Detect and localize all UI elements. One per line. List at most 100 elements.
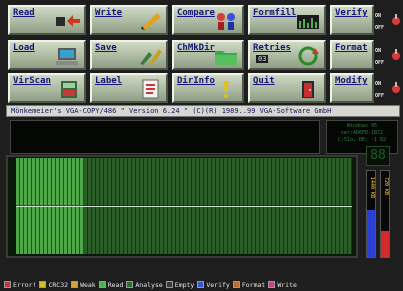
quit-door-icon — [302, 81, 314, 98]
track-cell — [96, 206, 100, 254]
track-cell — [72, 158, 76, 206]
track-cell — [36, 206, 40, 254]
track-cell — [32, 158, 36, 206]
track-cell — [176, 158, 180, 206]
quit-button[interactable]: Quit — [248, 73, 326, 103]
status-legend: Error! CRC32 Weak Read Analyse Empty Verify For… — [0, 278, 403, 291]
track-cell — [88, 158, 92, 206]
legend-item-verify: Verify — [197, 278, 230, 291]
read-disk-icon — [56, 15, 80, 27]
track-cell — [44, 158, 48, 206]
track-cell — [156, 206, 160, 254]
track-cell — [28, 158, 32, 206]
disk-info-line: ser:AD6FD-1872 — [340, 130, 384, 136]
track-cell — [68, 158, 72, 206]
verify-button[interactable]: Verify — [330, 5, 374, 35]
track-cell — [64, 206, 68, 254]
legend-label: Empty — [174, 280, 195, 289]
track-cell — [284, 158, 288, 206]
track-cell — [284, 206, 288, 254]
track-cell — [336, 158, 340, 206]
track-cell — [320, 158, 324, 206]
modify-label: Modify — [335, 76, 368, 86]
legend-label: Analyse — [135, 280, 163, 289]
track-cell — [208, 158, 212, 206]
meter-tag: 720 KB — [383, 177, 389, 196]
virscan-button[interactable]: VirScan — [8, 73, 86, 103]
label-button[interactable]: Label — [90, 73, 168, 103]
track-cell — [92, 206, 96, 254]
track-cell — [240, 158, 244, 206]
track-cell — [184, 158, 188, 206]
track-cell — [288, 158, 292, 206]
track-cell — [316, 206, 320, 254]
track-cell — [136, 158, 140, 206]
track-cell — [108, 206, 112, 254]
track-cell — [24, 158, 28, 206]
track-cell — [120, 206, 124, 254]
load-button[interactable]: Load — [8, 40, 86, 70]
read-button[interactable]: Read — [8, 5, 86, 35]
track-cell — [144, 206, 148, 254]
label-document-icon — [142, 79, 159, 99]
track-cell — [252, 206, 256, 254]
read-label: Read — [13, 8, 35, 18]
track-cell — [60, 206, 64, 254]
legend-label: Error! — [13, 280, 37, 289]
dirinfo-button[interactable]: DirInfo — [172, 73, 244, 103]
formfill-button[interactable]: Formfill — [248, 5, 326, 35]
track-cell — [276, 158, 280, 206]
track-cell — [308, 206, 312, 254]
track-cell — [344, 158, 348, 206]
track-cell — [344, 206, 348, 254]
track-cell — [44, 206, 48, 254]
track-cell — [212, 158, 216, 206]
track-cell — [124, 206, 128, 254]
chmkdir-button[interactable]: ChMkDir — [172, 40, 244, 70]
track-cell — [20, 206, 24, 254]
track-cell — [128, 158, 132, 206]
track-cell — [100, 158, 104, 206]
legend-item-empty: Empty — [165, 278, 195, 291]
legend-item-error: Error! — [4, 278, 36, 291]
track-cell — [28, 206, 32, 254]
chmkdir-label: ChMkDir — [177, 43, 215, 53]
track-cell — [84, 206, 88, 254]
track-cell — [48, 206, 52, 254]
format-on-text: ON — [375, 48, 382, 54]
track-cell — [340, 158, 344, 206]
verify-switch-icon[interactable] — [391, 13, 401, 25]
meter-fill — [381, 231, 389, 257]
track-cell — [312, 206, 316, 254]
format-off-text: OFF — [375, 60, 385, 66]
compare-button[interactable]: Compare — [172, 5, 244, 35]
track-cell — [108, 158, 112, 206]
format-button[interactable]: Format — [330, 40, 374, 70]
track-cell — [52, 158, 56, 206]
track-cell — [188, 158, 192, 206]
quit-label: Quit — [253, 76, 275, 86]
track-cell — [224, 158, 228, 206]
track-cell — [212, 206, 216, 254]
vga-copy-window: Read Write Compare Formfill Load Save Ch… — [0, 0, 403, 291]
format-switch-icon[interactable] — [391, 48, 401, 60]
track-cell — [252, 158, 256, 206]
track-cell — [116, 158, 120, 206]
modify-switch-icon[interactable] — [391, 81, 401, 93]
track-cell — [132, 206, 136, 254]
track-cell — [300, 206, 304, 254]
write-pencil-icon — [141, 13, 161, 30]
modify-button[interactable]: Modify — [330, 73, 374, 103]
track-cell — [152, 158, 156, 206]
legend-item-crc32: CRC32 — [39, 278, 68, 291]
track-cell — [20, 158, 24, 206]
track-cell — [40, 158, 44, 206]
track-cell — [40, 206, 44, 254]
track-cell — [296, 158, 300, 206]
retries-button[interactable]: Retries 03 — [248, 40, 326, 70]
track-cell — [52, 206, 56, 254]
track-cell — [196, 206, 200, 254]
write-button[interactable]: Write — [90, 5, 168, 35]
save-button[interactable]: Save — [90, 40, 168, 70]
track-cell — [132, 158, 136, 206]
